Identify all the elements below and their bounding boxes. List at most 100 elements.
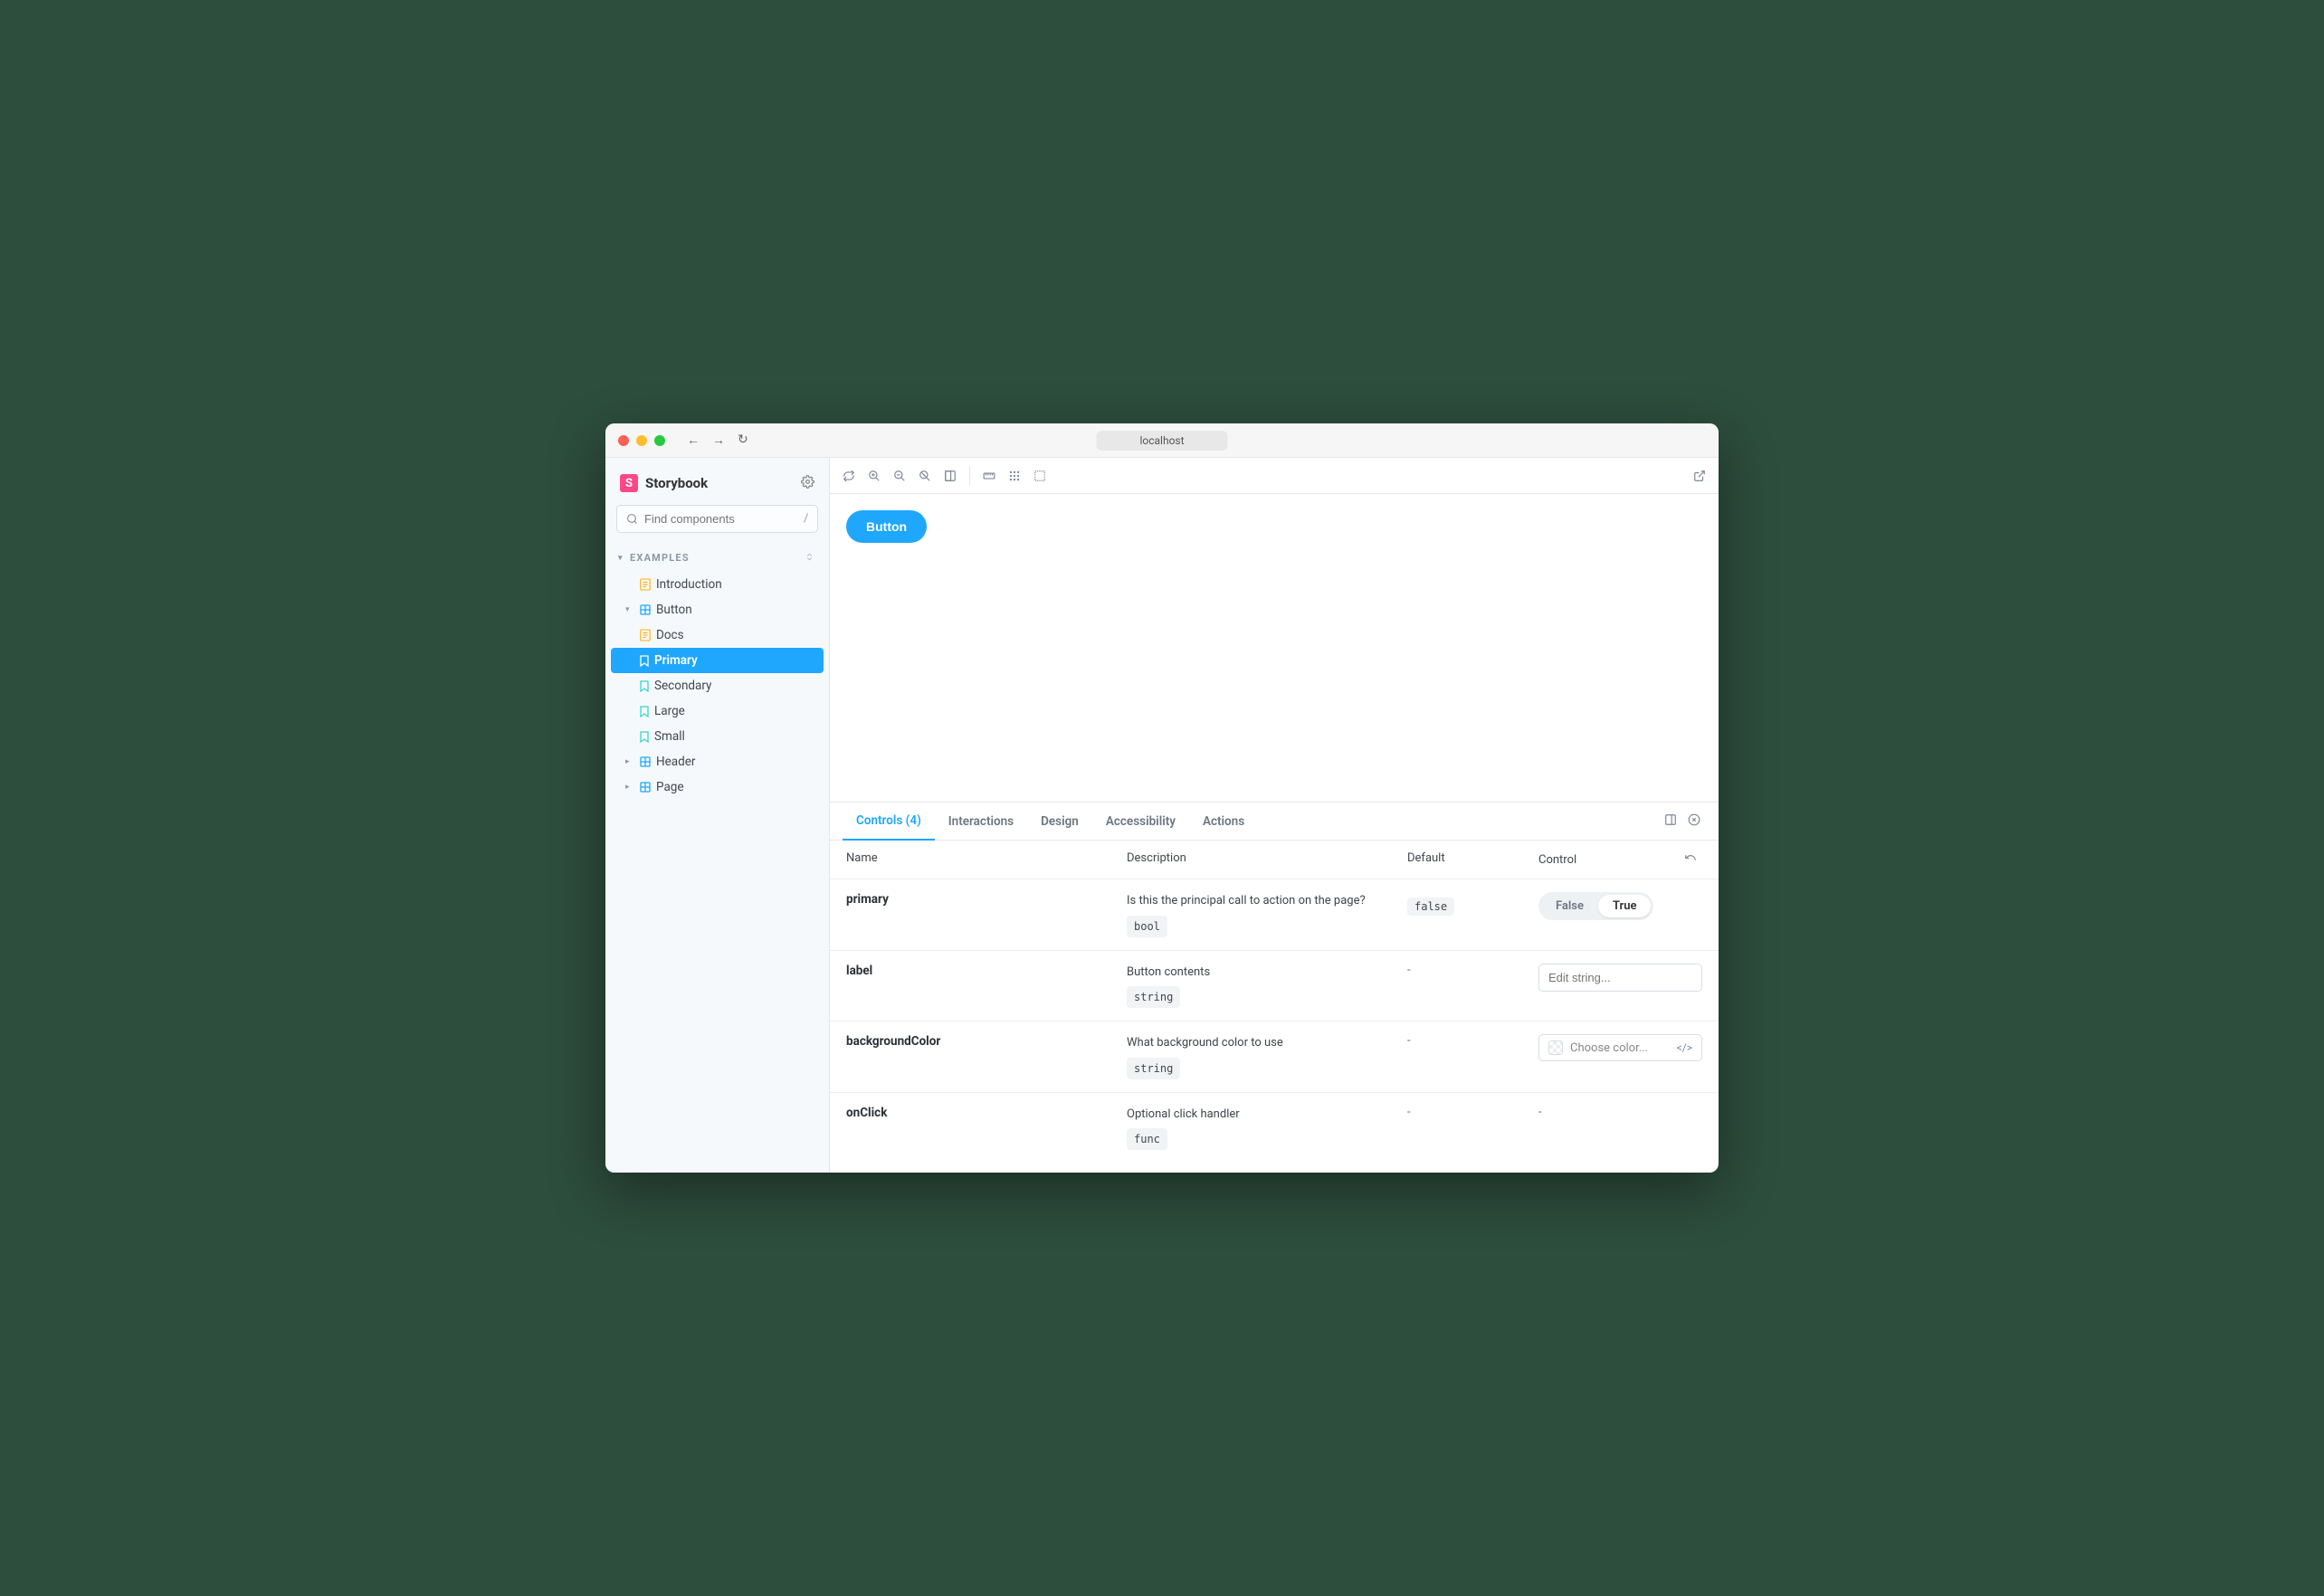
prop-control bbox=[1538, 964, 1702, 992]
bookmark-icon bbox=[640, 731, 649, 743]
photo-icon bbox=[944, 470, 957, 482]
tab-actions[interactable]: Actions bbox=[1189, 803, 1258, 840]
type-badge: string bbox=[1127, 986, 1180, 1008]
prop-default: - bbox=[1407, 964, 1538, 977]
chevron-right-icon: ▸ bbox=[625, 757, 634, 766]
label-input[interactable] bbox=[1538, 964, 1702, 992]
preview-button[interactable]: Button bbox=[846, 510, 927, 543]
boolean-toggle[interactable]: False True bbox=[1538, 892, 1653, 920]
section-label: ▾ EXAMPLES bbox=[618, 552, 690, 564]
tree-item-docs[interactable]: Docs bbox=[605, 622, 829, 648]
search-shortcut: / bbox=[804, 512, 808, 526]
tree-item-secondary[interactable]: Secondary bbox=[605, 673, 829, 698]
prop-default: - bbox=[1407, 1106, 1538, 1119]
tree-item-large[interactable]: Large bbox=[605, 698, 829, 724]
browser-chrome: ← → ↻ localhost bbox=[605, 423, 1719, 458]
controls-table-header: Name Description Default Control bbox=[830, 841, 1719, 879]
type-badge: func bbox=[1127, 1128, 1167, 1150]
back-button[interactable]: ← bbox=[687, 432, 700, 448]
color-picker[interactable]: Choose color... </> bbox=[1538, 1034, 1702, 1061]
type-badge: string bbox=[1127, 1058, 1180, 1079]
zoom-out-icon bbox=[893, 470, 906, 482]
forward-button[interactable]: → bbox=[712, 432, 725, 448]
tree-item-button[interactable]: ▾ Button bbox=[605, 597, 829, 622]
zoom-reset-icon bbox=[919, 470, 931, 482]
remount-button[interactable] bbox=[843, 470, 855, 482]
search-box[interactable]: / bbox=[616, 505, 818, 533]
control-row-backgroundcolor: backgroundColor What background color to… bbox=[830, 1021, 1719, 1093]
prop-description: Is this the principal call to action on … bbox=[1127, 892, 1407, 937]
tree-label: Introduction bbox=[656, 577, 722, 592]
sidebar-header: S Storybook bbox=[605, 474, 829, 505]
toggle-false[interactable]: False bbox=[1541, 895, 1598, 917]
addons-tabs: Controls (4) Interactions Design Accessi… bbox=[830, 803, 1719, 841]
component-icon bbox=[640, 604, 651, 615]
grid-button[interactable] bbox=[1008, 470, 1021, 482]
close-window-button[interactable] bbox=[618, 435, 629, 446]
prop-name: onClick bbox=[846, 1106, 1127, 1120]
color-picker-label: Choose color... bbox=[1570, 1041, 1648, 1055]
tree-item-header[interactable]: ▸ Header bbox=[605, 749, 829, 774]
toggle-true[interactable]: True bbox=[1598, 895, 1651, 917]
main: Button Controls (4) Interactions Design … bbox=[830, 458, 1719, 1173]
type-badge: bool bbox=[1127, 916, 1167, 937]
maximize-window-button[interactable] bbox=[654, 435, 665, 446]
chevron-down-icon: ▾ bbox=[625, 605, 634, 614]
chevron-right-icon: ▸ bbox=[625, 783, 634, 792]
zoom-in-button[interactable] bbox=[868, 470, 881, 482]
tree-item-small[interactable]: Small bbox=[605, 724, 829, 749]
chevron-down-icon: ▾ bbox=[618, 554, 627, 563]
section-label-text: EXAMPLES bbox=[630, 552, 690, 564]
undo-icon bbox=[1684, 851, 1697, 864]
prop-name: backgroundColor bbox=[846, 1034, 1127, 1049]
search-input[interactable] bbox=[644, 512, 804, 526]
search-icon bbox=[626, 513, 638, 525]
prop-default: false bbox=[1407, 892, 1538, 916]
color-mode-toggle[interactable]: </> bbox=[1677, 1041, 1692, 1054]
sidebar: S Storybook / ▾ EXAMPLES bbox=[605, 458, 830, 1173]
swatch-icon bbox=[1548, 1040, 1563, 1055]
open-in-new-tab-button[interactable] bbox=[1693, 470, 1706, 482]
zoom-reset-button[interactable] bbox=[919, 470, 931, 482]
panel-orientation-button[interactable] bbox=[1659, 812, 1682, 830]
prop-description: Button contents string bbox=[1127, 964, 1407, 1009]
prop-name: primary bbox=[846, 892, 1127, 907]
tab-controls[interactable]: Controls (4) bbox=[843, 803, 935, 841]
tree-item-page[interactable]: ▸ Page bbox=[605, 774, 829, 800]
tree-item-introduction[interactable]: Introduction bbox=[605, 572, 829, 597]
tab-accessibility[interactable]: Accessibility bbox=[1092, 803, 1189, 840]
tree: Introduction ▾ Button Docs Primary bbox=[605, 572, 829, 800]
grid-icon bbox=[1008, 470, 1021, 482]
reload-button[interactable]: ↻ bbox=[738, 432, 748, 448]
brand[interactable]: S Storybook bbox=[620, 474, 708, 492]
sidebar-icon bbox=[1664, 813, 1677, 826]
tree-item-primary[interactable]: Primary bbox=[611, 648, 824, 673]
zoom-out-button[interactable] bbox=[893, 470, 906, 482]
bookmark-icon bbox=[640, 655, 649, 667]
ruler-icon bbox=[983, 470, 995, 482]
minimize-window-button[interactable] bbox=[636, 435, 647, 446]
background-button[interactable] bbox=[944, 470, 957, 482]
sort-icon[interactable] bbox=[805, 549, 814, 566]
tree-label: Large bbox=[654, 704, 685, 718]
traffic-lights bbox=[618, 435, 665, 446]
close-panel-button[interactable] bbox=[1682, 812, 1706, 830]
outline-button[interactable] bbox=[1033, 470, 1046, 482]
section-header[interactable]: ▾ EXAMPLES bbox=[605, 549, 829, 572]
prop-control: Choose color... </> bbox=[1538, 1034, 1702, 1061]
tree-label: Page bbox=[656, 780, 684, 794]
reset-controls-button[interactable] bbox=[1679, 851, 1702, 868]
browser-nav: ← → ↻ bbox=[687, 432, 748, 448]
tab-design[interactable]: Design bbox=[1027, 803, 1092, 840]
bookmark-icon bbox=[640, 680, 649, 692]
url-bar[interactable]: localhost bbox=[1096, 431, 1227, 451]
prop-name: label bbox=[846, 964, 1127, 978]
gear-icon bbox=[801, 475, 814, 489]
brand-name: Storybook bbox=[645, 475, 708, 491]
col-control-header: Control bbox=[1538, 851, 1702, 868]
settings-button[interactable] bbox=[801, 475, 814, 492]
tab-interactions[interactable]: Interactions bbox=[935, 803, 1027, 840]
viewport-button[interactable] bbox=[983, 470, 995, 482]
col-default-header: Default bbox=[1407, 851, 1538, 868]
zoom-in-icon bbox=[868, 470, 881, 482]
